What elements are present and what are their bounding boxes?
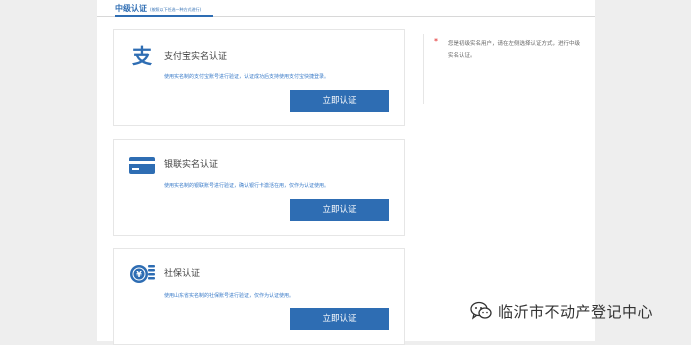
unionpay-auth-card: 银联实名认证 使用实名制的银联账号进行验证，确认银行卡激活在用，仅作为认证使用。… (113, 139, 405, 236)
unionpay-verify-button[interactable]: 立即认证 (290, 199, 389, 221)
card-description: 使用实名制的银联账号进行验证，确认银行卡激活在用，仅作为认证使用。 (164, 183, 330, 189)
svg-text:支: 支 (132, 44, 153, 67)
alipay-verify-button[interactable]: 立即认证 (290, 90, 389, 112)
social-security-icon: ¥ (128, 261, 156, 285)
info-note: * 您是初级实名用户，请在左侧选择认证方式，进行中级实名认证。 (423, 34, 584, 104)
alipay-icon: 支 (128, 43, 156, 68)
tab-subtitle: (按照以下任选一种方式进行) (150, 7, 202, 12)
tab-bar: 中级认证 (按照以下任选一种方式进行) (97, 0, 595, 17)
tab-title: 中级认证 (115, 4, 147, 13)
watermark-text: 临沂市不动产登记中心 (498, 302, 654, 321)
svg-text:¥: ¥ (136, 270, 142, 279)
social-security-auth-card: ¥ 社保认证 使用山东省实名制的社保账号进行验证，仅作为认证使用。 立即认证 (113, 248, 405, 345)
bank-card-icon (128, 153, 156, 177)
social-security-verify-button[interactable]: 立即认证 (290, 308, 389, 330)
main-panel: 中级认证 (按照以下任选一种方式进行) 支 支付宝实名认证 使用实名制的支付宝账号… (97, 0, 595, 345)
note-text: 您是初级实名用户，请在左侧选择认证方式，进行中级实名认证。 (448, 41, 581, 59)
card-title: 社保认证 (164, 269, 201, 279)
card-description: 使用山东省实名制的社保账号进行验证，仅作为认证使用。 (164, 293, 295, 299)
alipay-auth-card: 支 支付宝实名认证 使用实名制的支付宝账号进行验证，认证成功后支持使用支付宝快捷… (113, 29, 405, 126)
tab-intermediate-auth[interactable]: 中级认证 (按照以下任选一种方式进行) (115, 0, 213, 17)
card-description: 使用实名制的支付宝账号进行验证，认证成功后支持使用支付宝快捷登录。 (164, 74, 330, 80)
required-star-icon: * (434, 37, 438, 46)
card-title: 银联实名认证 (164, 160, 219, 170)
card-title: 支付宝实名认证 (164, 52, 228, 62)
watermark: 临沂市不动产登记中心 (470, 300, 653, 322)
wechat-icon (470, 301, 492, 321)
